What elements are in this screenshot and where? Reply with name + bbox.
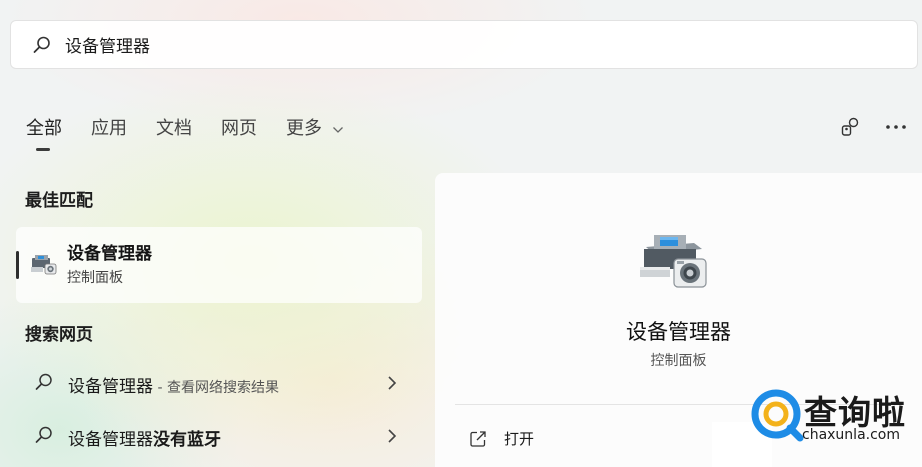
tab-all[interactable]: 全部 <box>26 116 62 151</box>
tab-label: 更多 <box>286 118 322 139</box>
chevron-right-icon <box>384 427 400 445</box>
tab-label: 网页 <box>221 118 257 139</box>
web-result-label: 设备管理器没有蓝牙 <box>68 425 221 450</box>
search-icon <box>31 34 53 56</box>
web-result-text: 设备管理器 <box>68 430 153 450</box>
chevron-down-icon <box>332 116 344 142</box>
detail-subtitle: 控制面板 <box>650 353 707 369</box>
tab-label: 全部 <box>26 118 62 139</box>
open-external-icon <box>469 430 487 448</box>
best-match-heading: 最佳匹配 <box>25 191 93 211</box>
watermark-url: chaxunla.com <box>802 427 900 443</box>
selection-indicator <box>16 251 19 279</box>
web-search-heading: 搜索网页 <box>25 325 93 345</box>
web-result-bold-text: 没有蓝牙 <box>153 430 221 450</box>
tab-documents[interactable]: 文档 <box>156 116 192 142</box>
result-title: 设备管理器 <box>67 244 152 264</box>
search-input[interactable]: 设备管理器 <box>65 32 150 57</box>
best-match-result[interactable]: 设备管理器 控制面板 <box>16 227 422 303</box>
web-result-item[interactable]: 设备管理器没有蓝牙 <box>16 414 422 458</box>
tab-more[interactable]: 更多 <box>286 116 344 142</box>
web-result-label: 设备管理器 - 查看网络搜索结果 <box>68 372 279 397</box>
device-manager-icon <box>636 229 710 291</box>
chevron-right-icon <box>384 374 400 392</box>
open-action[interactable]: 打开 <box>469 428 534 449</box>
search-icon <box>34 372 54 392</box>
accounts-icon[interactable] <box>838 114 864 140</box>
filter-tabs: 全部 应用 文档 网页 更多 <box>26 116 373 151</box>
web-result-hint: - 查看网络搜索结果 <box>153 380 279 396</box>
web-result-item[interactable]: 设备管理器 - 查看网络搜索结果 <box>16 361 422 405</box>
result-subtitle: 控制面板 <box>67 270 123 286</box>
device-manager-icon <box>30 252 58 278</box>
open-action-label: 打开 <box>504 430 535 448</box>
tab-label: 应用 <box>91 118 127 139</box>
tab-label: 文档 <box>156 118 192 139</box>
tab-web[interactable]: 网页 <box>221 116 257 142</box>
search-box[interactable]: 设备管理器 <box>10 20 918 69</box>
watermark: 查询啦 chaxunla.com <box>712 380 922 467</box>
search-icon <box>34 425 54 445</box>
more-options-icon[interactable] <box>883 114 909 140</box>
detail-title: 设备管理器 <box>626 320 731 344</box>
web-result-text: 设备管理器 <box>68 377 153 397</box>
watermark-logo-icon <box>750 386 806 442</box>
tab-apps[interactable]: 应用 <box>91 116 127 142</box>
